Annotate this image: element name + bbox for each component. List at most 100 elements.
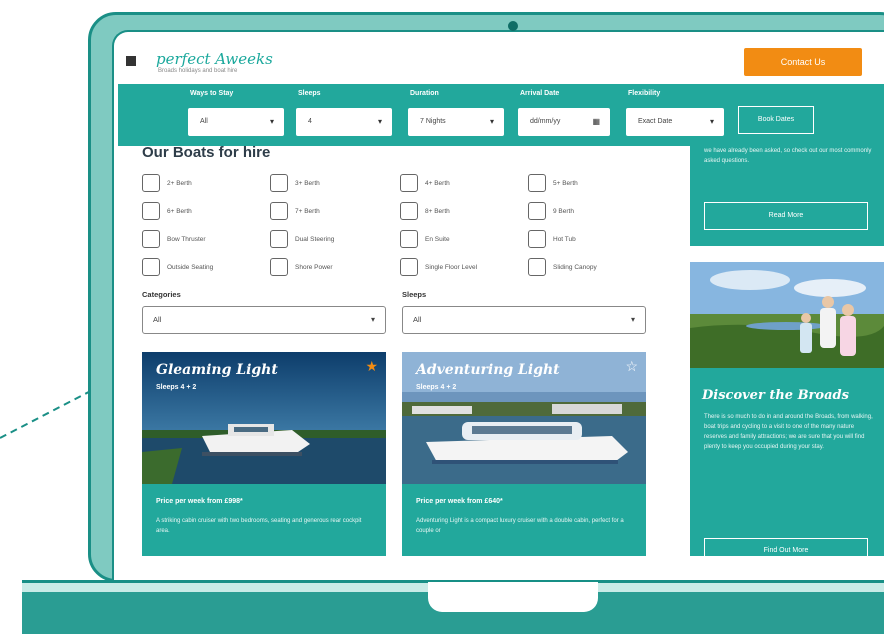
calendar-icon[interactable]: ▦ xyxy=(592,108,600,136)
feature-checkbox[interactable]: 8+ Berth xyxy=(400,202,450,220)
chevron-down-icon: ▾ xyxy=(370,315,375,324)
flexibility-select[interactable]: Exact Date ▾ xyxy=(626,108,724,136)
flexibility-value: Exact Date xyxy=(638,118,673,125)
duration-select[interactable]: 7 Nights ▾ xyxy=(408,108,504,136)
contact-us-button[interactable]: Contact Us xyxy=(744,48,862,76)
sleeps-label: Sleeps xyxy=(298,90,321,97)
checkbox-input[interactable] xyxy=(528,258,546,276)
duration-label: Duration xyxy=(410,90,439,97)
checkbox-input[interactable] xyxy=(142,230,160,248)
discover-photo xyxy=(690,262,884,368)
ways-to-stay-value: All xyxy=(200,118,208,125)
categories-value: All xyxy=(153,315,162,324)
boat-card-adventuring-light[interactable]: Adventuring Light Sleeps 4 + 2 ☆ Price p… xyxy=(402,352,646,556)
checkbox-input[interactable] xyxy=(270,174,288,192)
checkbox-label: Bow Thruster xyxy=(167,235,206,243)
checkbox-label: 3+ Berth xyxy=(295,179,320,187)
feature-checkbox[interactable]: En Suite xyxy=(400,230,450,248)
categories-select[interactable]: All ▾ xyxy=(142,306,386,334)
chevron-down-icon: ▾ xyxy=(489,117,494,126)
boat-sleeps: Sleeps 4 + 2 xyxy=(416,384,457,391)
sleeps-filter-value: All xyxy=(413,315,422,324)
sleeps-select[interactable]: 4 ▾ xyxy=(296,108,392,136)
boat-title: Adventuring Light xyxy=(416,362,560,378)
chevron-down-icon: ▾ xyxy=(709,117,714,126)
checkbox-input[interactable] xyxy=(142,174,160,192)
feature-checkbox[interactable]: 9 Berth xyxy=(528,202,574,220)
site-logo[interactable]: perfect Aweeks xyxy=(156,50,273,68)
checkbox-label: Outside Seating xyxy=(167,263,214,271)
arrival-date-value: dd/mm/yy xyxy=(530,118,561,125)
checkbox-input[interactable] xyxy=(400,174,418,192)
ways-to-stay-label: Ways to Stay xyxy=(190,90,234,97)
checkbox-label: Sliding Canopy xyxy=(553,263,597,271)
menu-icon[interactable] xyxy=(126,56,136,66)
feature-checkbox[interactable]: Sliding Canopy xyxy=(528,258,597,276)
checkbox-input[interactable] xyxy=(142,202,160,220)
checkbox-input[interactable] xyxy=(400,202,418,220)
feature-checkbox[interactable]: 6+ Berth xyxy=(142,202,192,220)
checkbox-input[interactable] xyxy=(270,258,288,276)
feature-checkbox[interactable]: Hot Tub xyxy=(528,230,576,248)
feature-checkbox[interactable]: Outside Seating xyxy=(142,258,213,276)
checkbox-input[interactable] xyxy=(528,230,546,248)
checkbox-label: Shore Power xyxy=(295,263,333,271)
arrival-date-input[interactable]: dd/mm/yy ▦ xyxy=(518,108,610,136)
feature-checkbox[interactable]: 7+ Berth xyxy=(270,202,320,220)
feature-checkbox[interactable]: 5+ Berth xyxy=(528,174,578,192)
feature-checkbox[interactable]: 3+ Berth xyxy=(270,174,320,192)
read-more-button[interactable]: Read More xyxy=(704,202,868,230)
feature-checkbox[interactable]: 2+ Berth xyxy=(142,174,192,192)
faq-panel: we have already been asked, so check out… xyxy=(690,146,884,246)
faq-text: we have already been asked, so check out… xyxy=(704,148,872,164)
duration-value: 7 Nights xyxy=(420,118,446,125)
discover-text: There is so much to do in and around the… xyxy=(704,414,873,450)
boat-description: Adventuring Light is a compact luxury cr… xyxy=(416,518,624,534)
favourite-star-icon[interactable]: ★ xyxy=(365,358,378,375)
search-bar: Ways to Stay All ▾ Sleeps 4 ▾ Duration 7 N… xyxy=(118,84,884,146)
boat-sleeps: Sleeps 4 + 2 xyxy=(156,384,197,391)
feature-checkbox[interactable]: Shore Power xyxy=(270,258,333,276)
discover-panel: Discover the Broads There is so much to … xyxy=(690,262,884,556)
chevron-down-icon: ▾ xyxy=(630,315,635,324)
checkbox-label: En Suite xyxy=(425,235,450,243)
ways-to-stay-select[interactable]: All ▾ xyxy=(188,108,284,136)
favourite-star-icon[interactable]: ☆ xyxy=(625,358,638,375)
boat-price: Price per week from £998* xyxy=(156,498,243,505)
camera-icon xyxy=(508,21,518,31)
checkbox-input[interactable] xyxy=(142,258,160,276)
book-dates-button[interactable]: Book Dates xyxy=(738,106,814,134)
boat-card-gleaming-light[interactable]: Gleaming Light Sleeps 4 + 2 ★ Price per … xyxy=(142,352,386,556)
feature-checkbox[interactable]: Single Floor Level xyxy=(400,258,477,276)
find-out-more-button[interactable]: Find Out More xyxy=(704,538,868,556)
checkbox-input[interactable] xyxy=(528,202,546,220)
checkbox-label: 9 Berth xyxy=(553,207,574,215)
checkbox-label: 7+ Berth xyxy=(295,207,320,215)
checkbox-input[interactable] xyxy=(400,230,418,248)
checkbox-label: 2+ Berth xyxy=(167,179,192,187)
page-title: Our Boats for hire xyxy=(142,144,271,161)
checkbox-input[interactable] xyxy=(270,230,288,248)
feature-checkbox[interactable]: Dual Steering xyxy=(270,230,334,248)
checkbox-label: 4+ Berth xyxy=(425,179,450,187)
sleeps-filter-select[interactable]: All ▾ xyxy=(402,306,646,334)
checkbox-label: Single Floor Level xyxy=(425,263,478,271)
checkbox-input[interactable] xyxy=(270,202,288,220)
boat-price: Price per week from £640* xyxy=(416,498,503,505)
checkbox-label: 6+ Berth xyxy=(167,207,192,215)
flexibility-label: Flexibility xyxy=(628,90,661,97)
checkbox-label: 5+ Berth xyxy=(553,179,578,187)
discover-title: Discover the Broads xyxy=(702,388,849,403)
checkbox-input[interactable] xyxy=(400,258,418,276)
sleeps-filter-label: Sleeps xyxy=(402,290,427,299)
chevron-down-icon: ▾ xyxy=(377,117,382,126)
categories-label: Categories xyxy=(142,290,181,299)
checkbox-input[interactable] xyxy=(528,174,546,192)
site-logo-tagline: Broads holidays and boat hire xyxy=(158,68,238,74)
chevron-down-icon: ▾ xyxy=(269,117,274,126)
feature-checkbox[interactable]: 4+ Berth xyxy=(400,174,450,192)
checkbox-label: Hot Tub xyxy=(553,235,576,243)
feature-checkbox[interactable]: Bow Thruster xyxy=(142,230,206,248)
sleeps-value: 4 xyxy=(308,118,312,125)
checkbox-label: Dual Steering xyxy=(295,235,335,243)
